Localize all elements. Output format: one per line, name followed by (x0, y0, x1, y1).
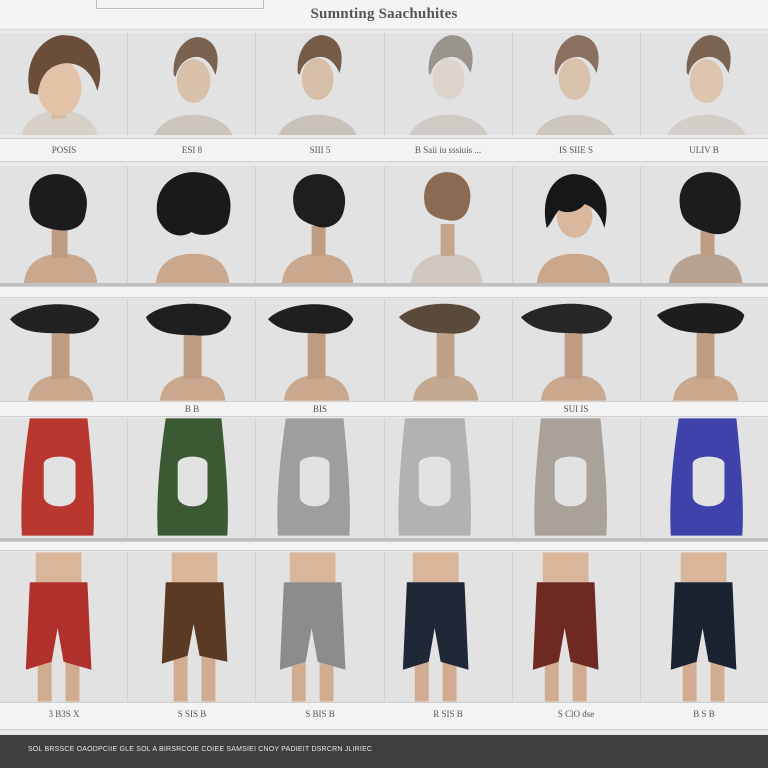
item-label: ESI 8 (181, 145, 203, 155)
hair-torso-4[interactable] (384, 299, 513, 401)
item-label: S SIS B (177, 709, 207, 719)
hair-back-4[interactable] (384, 166, 513, 284)
shorts-brown[interactable] (128, 552, 257, 702)
top-red[interactable] (0, 418, 129, 540)
label-strip-4 (0, 541, 768, 551)
row-hair-front (0, 33, 768, 135)
hair-back-1[interactable] (0, 166, 129, 284)
page-title: Sumnting Saachuhites (310, 6, 458, 22)
row-tops (0, 418, 768, 540)
shorts-black[interactable] (640, 552, 768, 702)
item-label (512, 287, 640, 297)
item-label (256, 287, 384, 297)
hair-torso-1[interactable] (0, 299, 129, 401)
item-label (640, 287, 768, 297)
item-label (0, 404, 128, 416)
label-strip-3: B B BIS SUI IS (0, 401, 768, 417)
row-hair-back (0, 166, 768, 284)
label-strip-2 (0, 286, 768, 298)
hair-torso-5[interactable] (512, 299, 641, 401)
item-label (0, 287, 128, 297)
item-label: BIS (312, 404, 327, 414)
item-label (384, 287, 512, 297)
label-strip-1: POSIS ESI 8 SIII 5 B Saii iu sssiuis ...… (0, 138, 768, 162)
page-header: Sumnting Saachuhites (0, 0, 768, 30)
item-label (512, 542, 640, 550)
item-label: ULIV B (689, 145, 719, 155)
top-blue[interactable] (640, 418, 768, 540)
hair-back-6[interactable] (640, 166, 768, 284)
item-label: S ClO dse (557, 709, 595, 719)
hair-back-3[interactable] (256, 166, 385, 284)
item-label (640, 542, 768, 550)
item-label: R SIS B (433, 709, 463, 719)
hair-front-6[interactable] (640, 33, 768, 135)
hair-front-2[interactable] (128, 33, 257, 135)
hair-front-1[interactable] (0, 33, 129, 135)
item-label: B S B (693, 709, 715, 719)
hair-torso-3[interactable] (256, 299, 385, 401)
hair-back-2[interactable] (128, 166, 257, 284)
shorts-navy[interactable] (384, 552, 513, 702)
hair-torso-2[interactable] (128, 299, 257, 401)
item-label: S BIS B (305, 709, 335, 719)
row-shorts (0, 552, 768, 702)
shorts-grey[interactable] (256, 552, 385, 702)
hair-front-5[interactable] (512, 33, 641, 135)
item-label (128, 542, 256, 550)
hair-front-3[interactable] (256, 33, 385, 135)
item-label: B B (184, 404, 200, 414)
top-silver[interactable] (384, 418, 513, 540)
hair-front-4[interactable] (384, 33, 513, 135)
item-label (640, 404, 768, 416)
label-strip-5: 3 B3S X S SIS B S BIS B R SIS B S ClO ds… (0, 702, 768, 730)
item-label: SIII 5 (309, 145, 331, 155)
top-stone[interactable] (512, 418, 641, 540)
item-label: 3 B3S X (48, 709, 80, 719)
item-label (256, 542, 384, 550)
footer-text: SOL BRSSCE OAODPCIIE GLE SOL A BIRSRCOIE… (28, 746, 373, 753)
item-label (384, 542, 512, 550)
item-label: SUI IS (563, 404, 589, 414)
footer-bar: SOL BRSSCE OAODPCIIE GLE SOL A BIRSRCOIE… (0, 735, 768, 768)
item-label (128, 287, 256, 297)
item-label (384, 404, 512, 416)
top-green[interactable] (128, 418, 257, 540)
item-label: IS SIIE S (558, 145, 593, 155)
shorts-red[interactable] (0, 552, 129, 702)
item-label: POSIS (51, 145, 77, 155)
item-label: B Saii iu sssiuis ... (414, 145, 482, 155)
hair-back-5[interactable] (512, 166, 641, 284)
item-label (0, 542, 128, 550)
shorts-maroon[interactable] (512, 552, 641, 702)
hair-torso-6[interactable] (640, 299, 768, 401)
row-hair-torso (0, 299, 768, 401)
top-grey[interactable] (256, 418, 385, 540)
